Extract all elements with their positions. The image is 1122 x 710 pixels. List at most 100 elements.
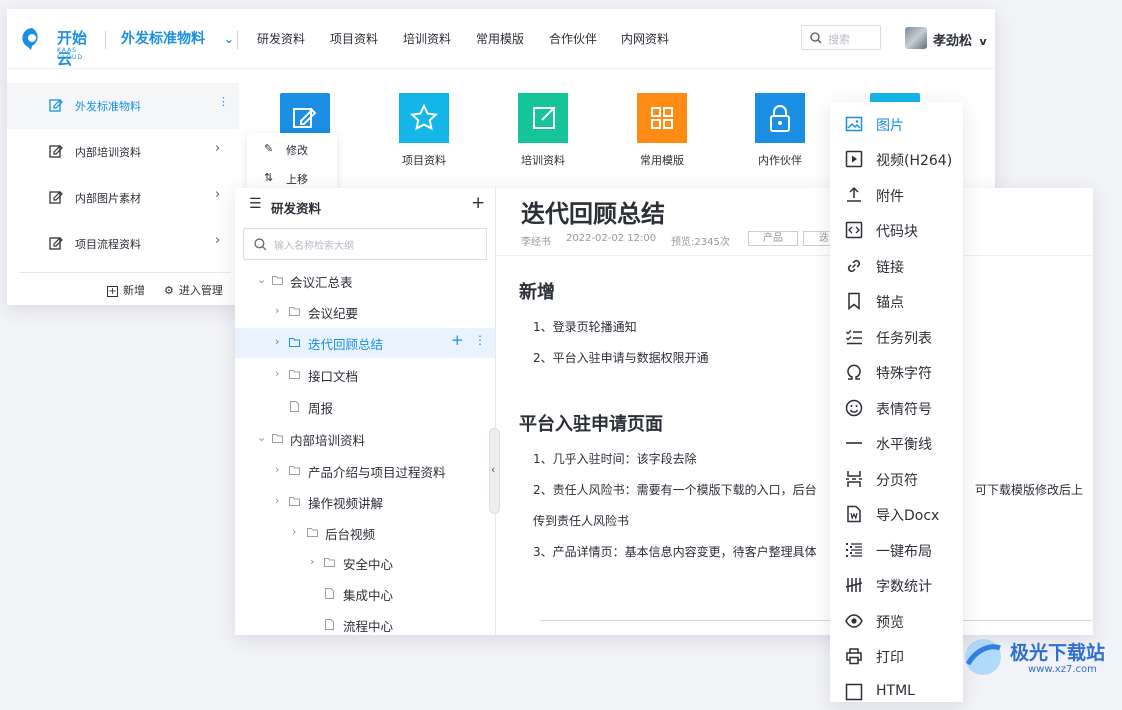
menu-item-attachment[interactable]: 附件 bbox=[830, 178, 963, 213]
avatar[interactable] bbox=[905, 27, 927, 49]
menu-item-emoji[interactable]: 表情符号 bbox=[830, 391, 963, 426]
doc-paragraph: 2、责任人风险书：需要有一个模版下载的入口，后台 bbox=[533, 483, 817, 497]
add-button[interactable]: + 新增 bbox=[107, 282, 145, 298]
menu-item-auto-layout[interactable]: 一键布局 bbox=[830, 533, 963, 568]
outline-search-input[interactable]: 输入名称检索大纲 bbox=[243, 228, 487, 260]
doc-tag[interactable]: 迭 bbox=[803, 231, 833, 246]
menu-item-image[interactable]: 图片 bbox=[830, 107, 963, 142]
menu-item-anchor[interactable]: 锚点 bbox=[830, 284, 963, 319]
menu-item-html[interactable]: HTML bbox=[830, 675, 963, 710]
menu-item-label: 图片 bbox=[876, 118, 904, 134]
outline-title: 研发资料 bbox=[271, 201, 322, 216]
menu-item-print[interactable]: 打印 bbox=[830, 639, 963, 674]
nav-item-templates[interactable]: 常用模版 bbox=[476, 30, 524, 47]
sidebar-item-images[interactable]: 内部图片素材 › bbox=[7, 175, 239, 221]
folder-icon bbox=[289, 370, 300, 379]
watermark-text: 极光下载站 bbox=[1010, 642, 1106, 664]
watermark-url: www.xz7.com bbox=[1028, 664, 1097, 675]
menu-item-word-count[interactable]: 字数统计 bbox=[830, 568, 963, 603]
code-icon bbox=[845, 221, 863, 239]
divider bbox=[105, 31, 106, 49]
menu-item-horizontal-rule[interactable]: 水平衡线 bbox=[830, 426, 963, 461]
tree-node[interactable]: › 安全中心 bbox=[235, 548, 495, 578]
doc-tag[interactable]: 产品 bbox=[748, 231, 798, 246]
chevron-left-icon: ‹ bbox=[491, 463, 496, 476]
sidebar-item-label: 外发标准物料 bbox=[75, 100, 141, 113]
document-icon bbox=[290, 401, 299, 412]
link-icon bbox=[847, 259, 861, 273]
tree-node[interactable]: ⌄ 会议汇总表 bbox=[235, 266, 495, 296]
doc-paragraph: 3、产品详情页：基本信息内容变更，待客户整理具体 bbox=[533, 545, 817, 559]
tree-node[interactable]: › 操作视频讲解 bbox=[235, 487, 495, 517]
divider bbox=[19, 272, 231, 273]
tree-node-label: 集成中心 bbox=[343, 588, 394, 603]
external-link-icon bbox=[518, 93, 568, 143]
nav-item-project[interactable]: 项目资料 bbox=[330, 30, 378, 47]
folder-icon bbox=[289, 466, 300, 475]
folder-icon bbox=[289, 497, 300, 506]
menu-item-label: HTML bbox=[876, 683, 915, 699]
sidebar-item-training[interactable]: 内部培训资料 › bbox=[7, 129, 239, 175]
divider bbox=[497, 255, 1093, 256]
tree-node[interactable]: 流程中心 bbox=[235, 610, 495, 640]
tree-node[interactable]: ⌄ 内部培训资料 bbox=[235, 424, 495, 454]
folder-icon bbox=[289, 338, 300, 347]
logo[interactable]: 开始云 KAAS CLOUD bbox=[21, 25, 91, 68]
menu-item-preview[interactable]: 预览 bbox=[830, 604, 963, 639]
menu-item-import-docx[interactable]: 导入Docx bbox=[830, 497, 963, 532]
nav-item-training[interactable]: 培训资料 bbox=[403, 30, 451, 47]
tree-node[interactable]: 集成中心 bbox=[235, 579, 495, 609]
tile-templates[interactable] bbox=[637, 93, 687, 143]
space-selector[interactable]: 外发标准物料 ⌄ bbox=[121, 28, 234, 48]
tree-node[interactable]: › 接口文档 bbox=[235, 360, 495, 390]
horizontal-line-icon bbox=[846, 442, 862, 444]
nav-item-partners[interactable]: 合作伙伴 bbox=[549, 30, 597, 47]
menu-item-label: 锚点 bbox=[876, 295, 904, 311]
chevron-right-icon: › bbox=[310, 555, 315, 568]
collapse-panel-handle[interactable]: ‹ bbox=[489, 428, 500, 514]
list-indent-icon bbox=[846, 543, 862, 557]
add-node-button[interactable]: + bbox=[471, 193, 485, 213]
menu-item-link[interactable]: 链接 bbox=[830, 249, 963, 284]
doc-views: 预览:2345次 bbox=[671, 237, 730, 248]
menu-item-label: 任务列表 bbox=[876, 331, 932, 347]
tree-node[interactable]: › 后台视频 bbox=[235, 518, 495, 548]
tree-node-label: 接口文档 bbox=[308, 369, 359, 384]
doc-title[interactable]: 迭代回顾总结 bbox=[521, 194, 665, 229]
menu-item-task-list[interactable]: 任务列表 bbox=[830, 320, 963, 355]
menu-item-code-block[interactable]: 代码块 bbox=[830, 213, 963, 248]
menu-item-label: 表情符号 bbox=[876, 402, 932, 418]
top-navbar: 开始云 KAAS CLOUD 外发标准物料 ⌄ 研发资料 项目资料 培训资料 常… bbox=[7, 9, 995, 69]
edit-label: 修改 bbox=[286, 144, 308, 157]
tree-node[interactable]: › 产品介绍与项目过程资料 bbox=[235, 456, 495, 486]
tile-label: 培训资料 bbox=[521, 154, 565, 167]
outline-search-placeholder: 输入名称检索大纲 bbox=[274, 241, 354, 252]
user-name: 孝劲松 bbox=[933, 34, 973, 49]
doc-heading: 平台入驻申请页面 bbox=[519, 414, 663, 435]
more-vertical-icon[interactable]: ⋮ bbox=[474, 333, 486, 347]
search-input[interactable]: 搜索 bbox=[801, 25, 881, 50]
gear-icon: ⚙ bbox=[164, 284, 174, 297]
menu-item-page-break[interactable]: 分页符 bbox=[830, 462, 963, 497]
sidebar-item-external[interactable]: 外发标准物料 ⋮ bbox=[7, 83, 239, 129]
manage-button[interactable]: ⚙ 进入管理 bbox=[164, 282, 223, 298]
tile-project[interactable] bbox=[399, 93, 449, 143]
plus-icon[interactable]: + bbox=[451, 331, 464, 349]
word-doc-icon bbox=[847, 505, 861, 523]
folder-icon bbox=[307, 528, 318, 537]
menu-item-label: 分页符 bbox=[876, 473, 918, 489]
nav-item-intranet[interactable]: 内网资料 bbox=[621, 30, 669, 47]
tree-node-selected[interactable]: › 迭代回顾总结 + ⋮ bbox=[235, 328, 495, 358]
nav-item-rd[interactable]: 研发资料 bbox=[257, 30, 305, 47]
tree-node[interactable]: 周报 bbox=[235, 392, 495, 422]
sidebar-item-process[interactable]: 项目流程资料 › bbox=[7, 221, 239, 267]
tile-training[interactable] bbox=[518, 93, 568, 143]
menu-item-video[interactable]: 视频(H264) bbox=[830, 142, 963, 177]
menu-item-special-char[interactable]: 特殊字符 bbox=[830, 355, 963, 390]
tile-partners[interactable] bbox=[755, 93, 805, 143]
tree-node[interactable]: › 会议纪要 bbox=[235, 297, 495, 327]
more-vertical-icon[interactable]: ⋮ bbox=[218, 95, 229, 108]
doc-heading: 新增 bbox=[519, 282, 555, 303]
user-menu[interactable]: 孝劲松 v bbox=[933, 30, 987, 49]
tile-label: 内作伙伴 bbox=[758, 154, 802, 167]
